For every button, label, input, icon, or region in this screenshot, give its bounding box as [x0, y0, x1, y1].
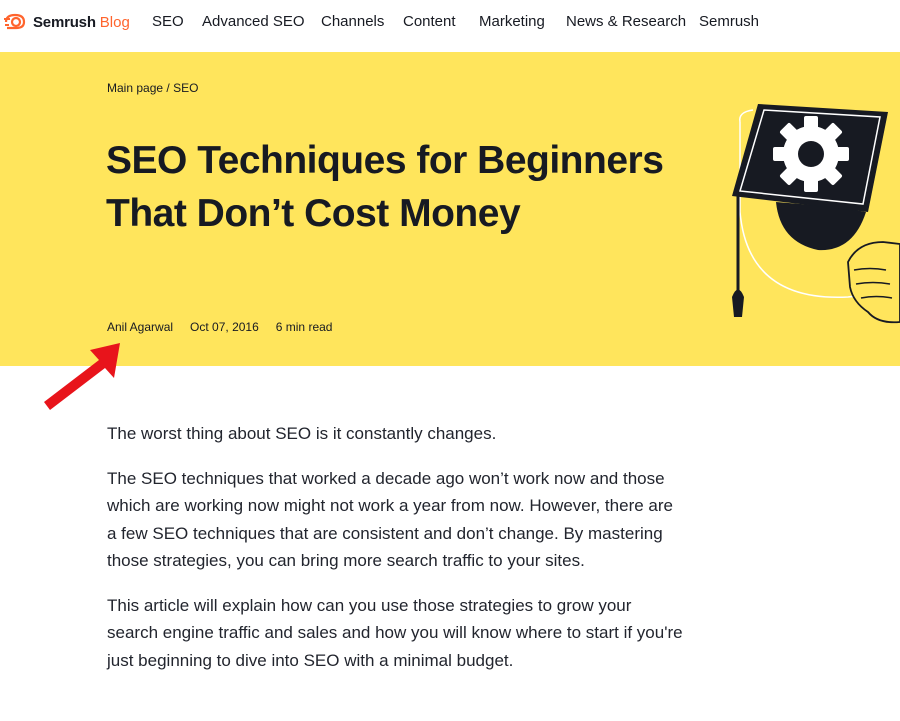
logo-blog-text: Blog — [99, 13, 130, 31]
nav-item-advanced-seo[interactable]: Advanced SEO — [202, 13, 305, 30]
breadcrumb-main-page[interactable]: Main page — [107, 81, 163, 95]
article-paragraph: The worst thing about SEO is it constant… — [107, 424, 497, 443]
nav-item-seo[interactable]: SEO — [152, 13, 184, 30]
article-paragraph: This article will explain how can you us… — [107, 595, 683, 670]
top-navigation: Semrush Blog SEO Advanced SEO Channels C… — [0, 0, 900, 52]
breadcrumb-seo[interactable]: SEO — [173, 81, 198, 95]
graduation-cap-gear-icon — [718, 92, 900, 337]
nav-item-marketing[interactable]: Marketing — [479, 13, 545, 30]
nav-item-channels[interactable]: Channels — [321, 13, 384, 30]
breadcrumb-separator: / — [166, 81, 170, 95]
semrush-blog-logo[interactable]: Semrush Blog — [4, 13, 130, 31]
article-hero: Main page / SEO SEO Techniques for Begin… — [0, 52, 900, 366]
article-paragraph: The SEO techniques that worked a decade … — [107, 468, 673, 571]
article-body: The worst thing about SEO is it constant… — [107, 420, 687, 691]
author-link[interactable]: Anil Agarwal — [107, 320, 173, 334]
nav-item-semrush[interactable]: Semrush — [699, 13, 759, 30]
article-title: SEO Techniques for Beginners That Don’t … — [106, 139, 664, 235]
nav-item-content[interactable]: Content — [403, 13, 456, 30]
semrush-flame-icon — [4, 13, 28, 31]
breadcrumb: Main page / SEO — [107, 81, 198, 95]
logo-brand-text: Semrush — [33, 13, 96, 31]
article-meta: Anil Agarwal Oct 07, 2016 6 min read — [107, 320, 349, 334]
nav-item-news-research[interactable]: News & Research — [566, 13, 686, 30]
read-time: 6 min read — [275, 320, 333, 334]
red-arrow-icon — [40, 340, 125, 420]
publish-date: Oct 07, 2016 — [190, 320, 259, 334]
